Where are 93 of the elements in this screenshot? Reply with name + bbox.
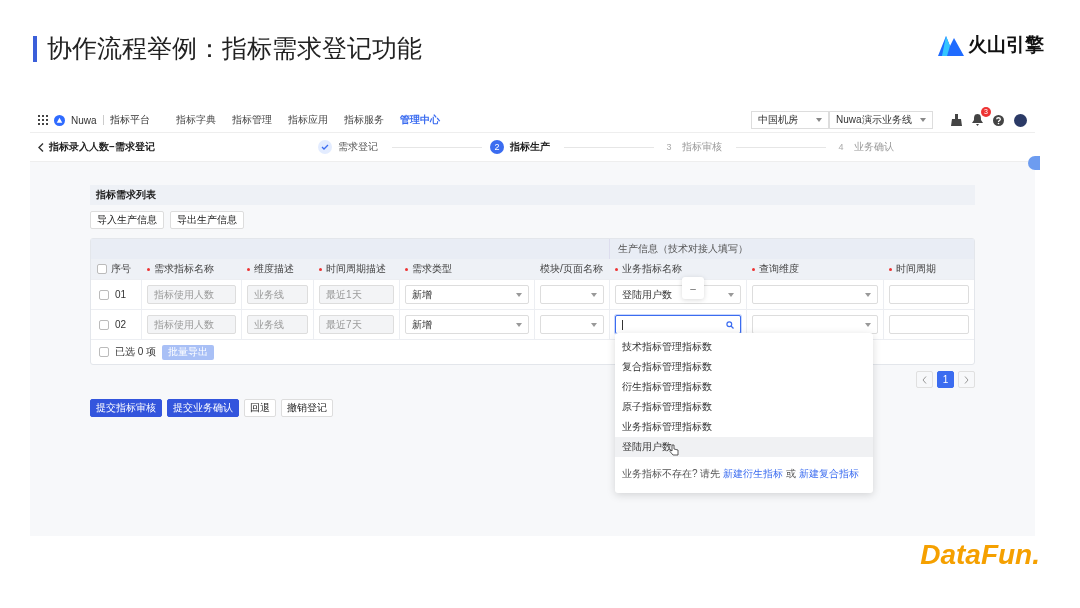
- dropdown-option[interactable]: 登陆用户数: [615, 437, 873, 457]
- required-mark-icon: [889, 267, 892, 271]
- checkbox[interactable]: [99, 347, 109, 357]
- required-mark-icon: [319, 267, 322, 271]
- row-number: 02: [115, 319, 127, 330]
- caret-icon: [516, 292, 522, 297]
- required-mark-icon: [405, 267, 408, 271]
- nav-item[interactable]: 指标字典: [175, 113, 216, 127]
- required-mark-icon: [615, 267, 618, 271]
- caret-icon: [516, 322, 522, 327]
- nav-item[interactable]: 指标管理: [231, 113, 272, 127]
- nav-item[interactable]: 指标服务: [343, 113, 384, 127]
- select-field[interactable]: [540, 285, 604, 304]
- caret-icon: [591, 292, 597, 297]
- column-header: 查询维度: [759, 262, 799, 276]
- dropdown-option[interactable]: 业务指标管理指标数: [615, 417, 873, 437]
- checkbox[interactable]: [99, 319, 109, 330]
- search-icon: [726, 320, 734, 329]
- dropdown-option[interactable]: 技术指标管理指标数: [615, 337, 873, 357]
- step-label: 需求登记: [338, 140, 378, 154]
- title-accent-bar: [33, 35, 37, 62]
- caret-icon: [865, 292, 871, 297]
- select-field[interactable]: 中国机房: [751, 111, 829, 129]
- app-name: Nuwa: [71, 114, 97, 126]
- input-field[interactable]: [889, 285, 969, 304]
- column-header: 时间周期: [896, 262, 936, 276]
- action-button[interactable]: 提交指标审核: [90, 399, 162, 417]
- required-mark-icon: [147, 267, 150, 271]
- brand-name: 火山引擎: [968, 33, 1044, 57]
- selected-count: 已选 0 项: [115, 345, 157, 359]
- caret-icon: [728, 292, 734, 297]
- select-field[interactable]: [540, 315, 604, 334]
- caret-icon: [591, 322, 597, 327]
- step-number: 4: [837, 141, 845, 154]
- action-button[interactable]: 撤销登记: [281, 399, 333, 417]
- required-mark-icon: [247, 267, 250, 271]
- dropdown-option[interactable]: 复合指标管理指标数: [615, 357, 873, 377]
- step-label: 业务确认: [854, 140, 894, 154]
- step-label: 指标生产: [510, 140, 550, 154]
- caret-icon: [920, 118, 926, 122]
- app-logo-icon: [54, 114, 65, 126]
- slide-title: 协作流程举例：指标需求登记功能: [47, 33, 422, 64]
- column-header: 业务指标名称: [622, 262, 682, 276]
- caret-icon: [816, 118, 822, 122]
- footer-logo-text: DataFun.: [920, 538, 1040, 572]
- toolbar-button[interactable]: 导入生产信息: [90, 211, 164, 229]
- column-header: 维度描述: [254, 262, 294, 276]
- required-mark-icon: [752, 267, 755, 271]
- dropdown-option[interactable]: 原子指标管理指标数: [615, 397, 873, 417]
- nav-item[interactable]: 指标应用: [287, 113, 328, 127]
- dropdown-option[interactable]: 衍生指标管理指标数: [615, 377, 873, 397]
- chevron-right-icon: [964, 375, 969, 384]
- step-number: 3: [665, 141, 673, 154]
- search-field[interactable]: [615, 315, 741, 334]
- column-header: 需求类型: [412, 262, 452, 276]
- mountain-logo-icon: [938, 34, 964, 56]
- help-icon[interactable]: [993, 114, 1004, 126]
- create-link[interactable]: 新建复合指标: [798, 468, 859, 479]
- step-label: 指标审核: [682, 140, 722, 154]
- select-field[interactable]: Nuwa演示业务线: [829, 111, 933, 129]
- select-field[interactable]: 新增: [405, 285, 529, 304]
- chevron-left-icon: [922, 375, 927, 384]
- nav-item[interactable]: 管理中心: [399, 113, 440, 127]
- select-field[interactable]: [752, 285, 878, 304]
- row-number: 01: [115, 289, 127, 300]
- bell-icon[interactable]: [972, 114, 983, 126]
- back-chevron-icon[interactable]: [38, 142, 44, 152]
- tooltip: –: [682, 277, 704, 299]
- checkbox[interactable]: [99, 289, 109, 300]
- action-button[interactable]: 回退: [244, 399, 276, 417]
- broom-icon[interactable]: [951, 114, 962, 126]
- select-field[interactable]: 新增: [405, 315, 529, 334]
- step-number: 2: [490, 140, 504, 154]
- next-page-button[interactable]: [958, 371, 975, 388]
- hint-text: 业务指标不存在? 请先 新建衍生指标 或 新建复合指标: [621, 467, 860, 481]
- toolbar-button[interactable]: 导出生产信息: [170, 211, 244, 229]
- action-button[interactable]: 提交业务确认: [167, 399, 239, 417]
- page-button[interactable]: 1: [937, 371, 954, 388]
- column-header: 需求指标名称: [154, 262, 214, 276]
- column-header: 时间周期描述: [326, 262, 386, 276]
- platform-name: 指标平台: [109, 113, 150, 127]
- select-field[interactable]: [752, 315, 878, 334]
- previous-page-button[interactable]: [916, 371, 933, 388]
- section-title: 指标需求列表: [96, 188, 156, 202]
- column-header: 序号: [111, 262, 131, 276]
- input-field[interactable]: [889, 315, 969, 334]
- column-header: 模块/页面名称: [540, 262, 603, 276]
- checkbox[interactable]: [97, 264, 107, 274]
- caret-icon: [865, 322, 871, 327]
- create-link[interactable]: 新建衍生指标: [723, 468, 784, 479]
- avatar[interactable]: [1014, 113, 1027, 127]
- apps-grid-icon[interactable]: [38, 115, 48, 125]
- page-title: 指标录入人数–需求登记: [49, 140, 155, 154]
